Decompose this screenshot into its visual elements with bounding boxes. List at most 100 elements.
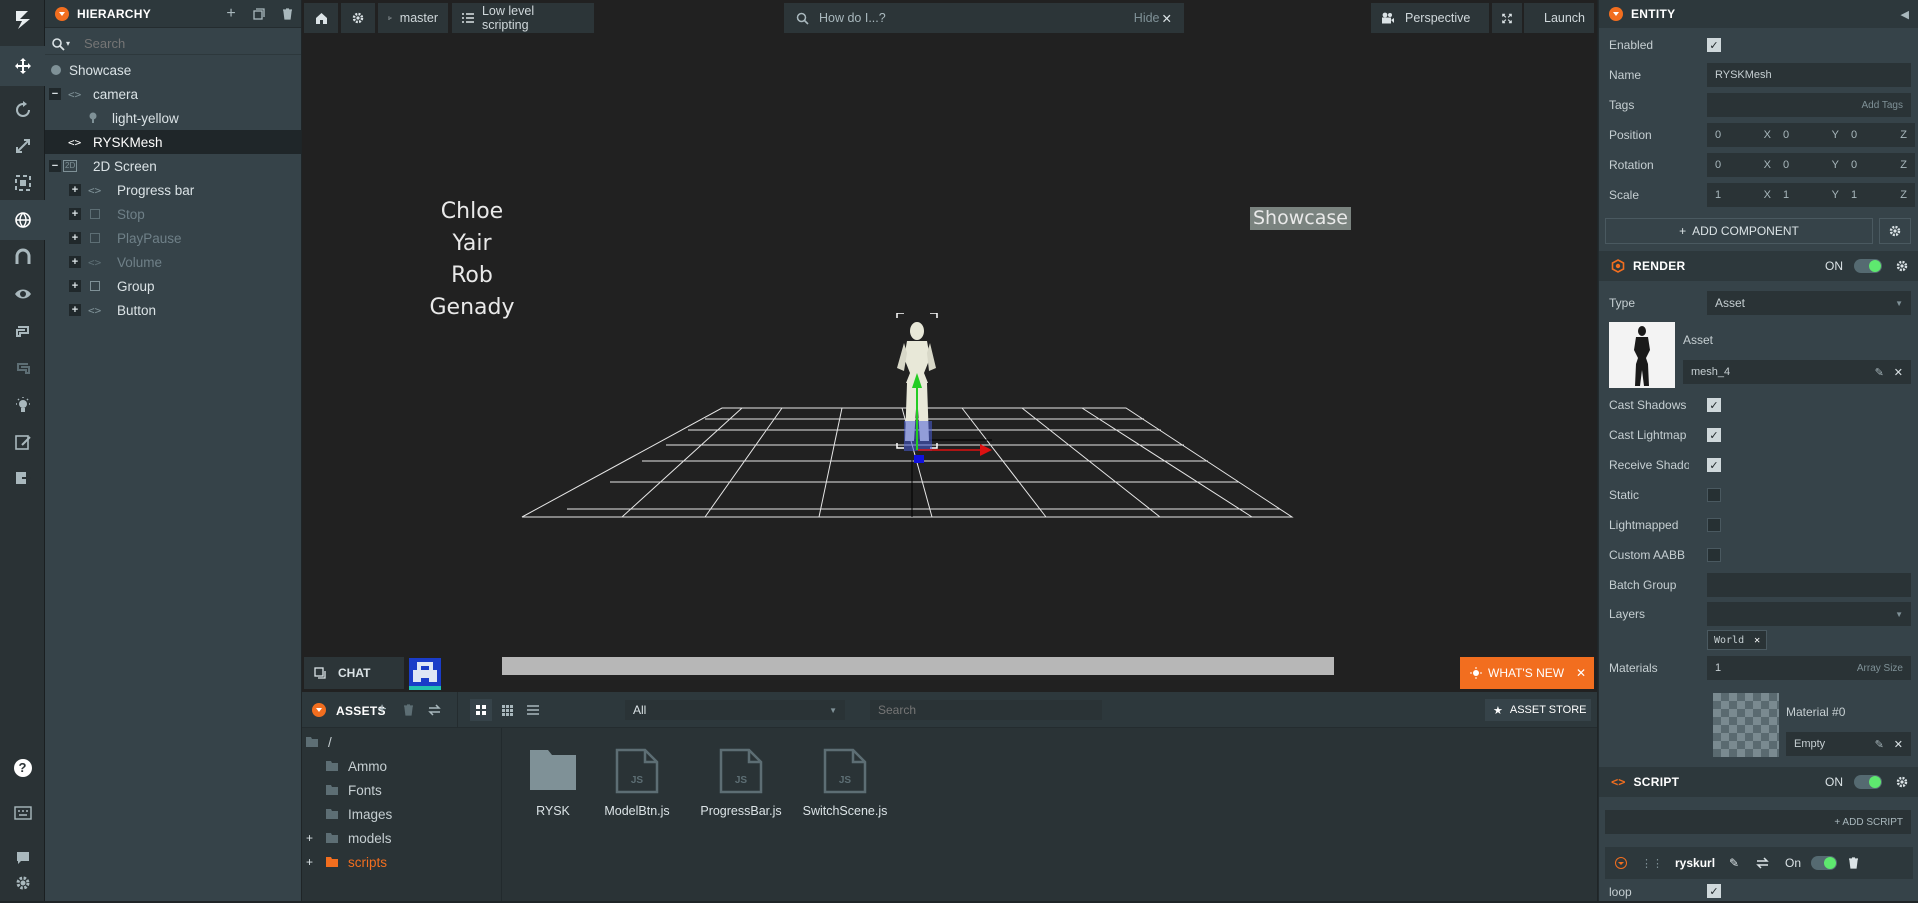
mesh-thumbnail[interactable]: [1609, 322, 1675, 388]
hierarchy-search[interactable]: ▾: [45, 33, 301, 55]
tree-item-group[interactable]: + Group: [45, 274, 301, 298]
trash-icon[interactable]: [1848, 857, 1859, 869]
folder-root[interactable]: /: [306, 730, 332, 754]
material-field[interactable]: Empty ✎ ✕: [1786, 732, 1911, 756]
asset-field[interactable]: mesh_4 ✎ ✕: [1683, 360, 1911, 384]
receive-shadows-checkbox[interactable]: ✓: [1707, 458, 1721, 472]
scale-y-field[interactable]: 1Y: [1775, 183, 1847, 207]
layer-tag-world[interactable]: World ✕: [1707, 630, 1768, 650]
scale-icon[interactable]: [0, 126, 45, 166]
delete-entity-button[interactable]: [273, 0, 301, 28]
edit-pencil-icon[interactable]: ✎: [1875, 738, 1884, 751]
static-checkbox[interactable]: [1707, 488, 1721, 502]
asset-modelbtn-js[interactable]: JS ModelBtn.js: [592, 748, 682, 848]
tree-item-stop[interactable]: + Stop: [45, 202, 301, 226]
add-entity-button[interactable]: +: [217, 0, 245, 28]
scale-x-field[interactable]: 1X: [1707, 183, 1779, 207]
asset-progressbar-js[interactable]: JS ProgressBar.js: [696, 748, 786, 848]
rotation-y-field[interactable]: 0Y: [1775, 153, 1847, 177]
tags-field[interactable]: Add Tags: [1707, 93, 1911, 117]
folder-scripts[interactable]: + scripts: [306, 850, 387, 874]
clear-icon[interactable]: ✕: [1894, 738, 1903, 751]
render-type-select[interactable]: Asset ▼: [1707, 291, 1911, 315]
batch-group-select[interactable]: [1707, 573, 1911, 597]
panel-collapse-icon[interactable]: ◀: [1901, 8, 1909, 21]
translate-icon[interactable]: [0, 46, 45, 86]
cast-lightmap-checkbox[interactable]: ✓: [1707, 428, 1721, 442]
expand-toggle[interactable]: +: [306, 855, 326, 869]
enabled-checkbox[interactable]: ✓: [1707, 38, 1721, 52]
folder-ammo[interactable]: Ammo: [326, 754, 387, 778]
grid-small-view-button[interactable]: [496, 699, 518, 721]
asset-search-input[interactable]: [870, 700, 1102, 720]
gear-icon[interactable]: [1895, 259, 1909, 273]
scene-viewport[interactable]: master Low level scripting How do I...? …: [302, 0, 1597, 692]
grid-large-view-button[interactable]: [470, 699, 492, 721]
delete-asset-button[interactable]: [394, 696, 422, 724]
redo-icon[interactable]: [0, 348, 45, 388]
add-script-button[interactable]: + ADD SCRIPT: [1605, 810, 1911, 834]
snap-icon[interactable]: [0, 237, 45, 277]
collapse-toggle[interactable]: −: [49, 88, 61, 100]
layers-select[interactable]: ▼: [1707, 602, 1911, 626]
tree-item-volume[interactable]: + <> Volume: [45, 250, 301, 274]
whats-new-button[interactable]: WHAT'S NEW ✕: [1460, 657, 1594, 689]
gear-icon[interactable]: [1895, 775, 1909, 789]
lightbulb-icon[interactable]: [0, 385, 45, 425]
expand-toggle[interactable]: +: [69, 256, 81, 268]
script-toggle[interactable]: [1854, 775, 1882, 789]
materials-count-field[interactable]: 1 Array Size: [1707, 656, 1911, 680]
tree-item-progress-bar[interactable]: + <> Progress bar: [45, 178, 301, 202]
name-field[interactable]: RYSKMesh: [1707, 63, 1911, 87]
rotation-z-field[interactable]: 0Z: [1843, 153, 1915, 177]
remove-icon[interactable]: ✕: [1754, 635, 1760, 646]
asset-filter-select[interactable]: All ▼: [625, 700, 845, 720]
duplicate-entity-button[interactable]: [245, 0, 273, 28]
drag-handle-icon[interactable]: ⋮⋮: [1641, 857, 1663, 870]
collapse-icon[interactable]: [312, 703, 326, 717]
folder-fonts[interactable]: Fonts: [326, 778, 382, 802]
scale-z-field[interactable]: 1Z: [1843, 183, 1915, 207]
expand-toggle[interactable]: +: [69, 184, 81, 196]
position-y-field[interactable]: 0Y: [1775, 123, 1847, 147]
tree-item-showcase[interactable]: Showcase: [45, 58, 301, 82]
keyboard-icon[interactable]: [0, 793, 45, 833]
material-thumbnail[interactable]: [1713, 693, 1779, 757]
edit-script-icon[interactable]: ✎: [1729, 856, 1739, 870]
add-component-button[interactable]: + ADD COMPONENT: [1605, 218, 1873, 244]
render-toggle[interactable]: [1854, 259, 1882, 273]
folder-models[interactable]: + models: [306, 826, 392, 850]
loop-checkbox[interactable]: ✓: [1707, 884, 1721, 898]
code-editor-icon[interactable]: [0, 422, 45, 462]
clear-icon[interactable]: ✕: [1894, 366, 1903, 379]
close-icon[interactable]: ✕: [1576, 666, 1586, 680]
expand-toggle[interactable]: +: [69, 280, 81, 292]
help-icon[interactable]: ?: [0, 748, 45, 788]
collapse-toggle[interactable]: −: [49, 160, 61, 172]
list-view-button[interactable]: [522, 699, 544, 721]
expand-toggle[interactable]: +: [69, 232, 81, 244]
tree-item-2d-screen[interactable]: − 2D 2D Screen: [45, 154, 301, 178]
tree-item-camera[interactable]: − <> camera: [45, 82, 301, 106]
expand-script-icon[interactable]: [1615, 857, 1627, 869]
expand-toggle[interactable]: +: [69, 208, 81, 220]
publish-icon[interactable]: [0, 458, 45, 498]
character-model[interactable]: [892, 313, 1012, 463]
position-x-field[interactable]: 0X: [1707, 123, 1779, 147]
asset-rysk-folder[interactable]: RYSK: [508, 748, 598, 848]
entity-settings-button[interactable]: [1879, 218, 1911, 244]
expand-toggle[interactable]: +: [306, 831, 326, 845]
move-asset-button[interactable]: [420, 696, 448, 724]
rotate-icon[interactable]: [0, 90, 45, 130]
asset-store-button[interactable]: ★ ASSET STORE: [1485, 699, 1591, 721]
folder-images[interactable]: Images: [326, 802, 392, 826]
add-asset-button[interactable]: +: [368, 696, 396, 724]
undo-icon[interactable]: [0, 311, 45, 351]
edit-pencil-icon[interactable]: ✎: [1875, 366, 1884, 379]
lightmapped-checkbox[interactable]: [1707, 518, 1721, 532]
tree-item-light-yellow[interactable]: light-yellow: [45, 106, 301, 130]
collapse-icon[interactable]: [55, 6, 69, 21]
rotation-x-field[interactable]: 0X: [1707, 153, 1779, 177]
position-z-field[interactable]: 0Z: [1843, 123, 1915, 147]
refresh-icon[interactable]: [1756, 857, 1769, 869]
